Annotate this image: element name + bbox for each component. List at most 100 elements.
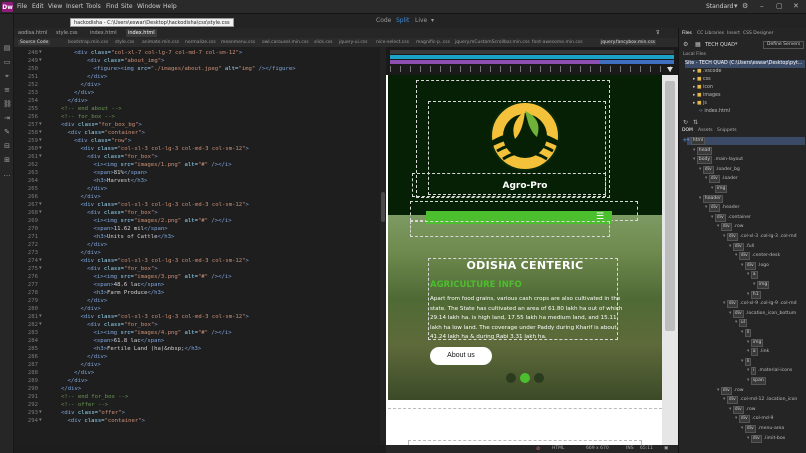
media-query-ruler[interactable] bbox=[386, 47, 678, 75]
more-icon[interactable]: … bbox=[3, 170, 11, 178]
file-index[interactable]: ‹› index.html bbox=[699, 108, 730, 116]
dom-node[interactable]: ▾ ul bbox=[735, 319, 749, 328]
related-file[interactable]: owl.carousel.min.css bbox=[262, 40, 309, 45]
related-file[interactable]: meanmenu.css bbox=[221, 40, 255, 45]
filter-icon[interactable]: ⊽ bbox=[654, 29, 662, 37]
dom-tree[interactable]: ▾ html ▾ head ▾ body .main-layout ▾ div .load… bbox=[679, 136, 806, 453]
workspace-switcher[interactable]: Standard bbox=[706, 3, 733, 10]
dom-node[interactable]: ▾ div .col-md-9 bbox=[735, 415, 773, 424]
fold-toggle-icon[interactable]: ▼ bbox=[39, 145, 42, 153]
fold-toggle-icon[interactable]: ▼ bbox=[39, 49, 42, 57]
menu-tools[interactable]: Tools bbox=[86, 3, 101, 10]
preview-icon[interactable]: ▣ bbox=[664, 446, 668, 451]
carousel-dot-active[interactable] bbox=[520, 373, 530, 383]
tab-files[interactable]: Files bbox=[682, 31, 692, 36]
media-bar-blue[interactable] bbox=[390, 55, 674, 59]
brush-icon[interactable]: ✎ bbox=[3, 128, 11, 136]
file-icon[interactable]: ▤ bbox=[3, 44, 11, 52]
format-icon[interactable]: ≡ bbox=[3, 86, 11, 94]
tab-insert[interactable]: Insert bbox=[727, 31, 740, 36]
related-file[interactable]: jquery.mCustomScrollbar.min.css bbox=[455, 40, 530, 45]
related-file[interactable]: jquery-ui.css bbox=[339, 40, 367, 45]
dom-node[interactable]: ▾ div .col-md-12 .location_icon bbox=[723, 396, 797, 405]
live-scrollbar-thumb[interactable] bbox=[665, 81, 675, 331]
folder-js[interactable]: ▸ ■ js bbox=[693, 100, 707, 108]
dom-node[interactable]: ▾ div .header bbox=[705, 204, 739, 213]
related-file[interactable]: slick.css bbox=[314, 40, 333, 45]
dom-node[interactable]: ▾ div .center-desk bbox=[735, 252, 780, 261]
tab-aodisa[interactable]: aodisa.html bbox=[16, 29, 49, 37]
dom-node[interactable]: ▾ header bbox=[699, 194, 725, 203]
live-scrollbar[interactable] bbox=[662, 75, 678, 445]
dom-node[interactable]: ▾ div .row bbox=[717, 223, 744, 232]
define-servers-button[interactable]: Define Servers bbox=[763, 41, 805, 49]
menu-insert[interactable]: Insert bbox=[66, 3, 83, 10]
dom-node[interactable]: ▾ div .col-xl-9 .col-lg-9 .col-md bbox=[723, 300, 797, 309]
code-editor[interactable]: 248 ▼ <div class="col-xl-7 col-lg-7 col-md… bbox=[14, 47, 380, 445]
dom-node[interactable]: ▾ div .location_icon_bottum bbox=[729, 309, 796, 318]
folder-icon-dir[interactable]: ▸ ■ icon bbox=[693, 84, 713, 92]
sync-icon[interactable]: ⇅ bbox=[693, 119, 698, 126]
menu-site[interactable]: Site bbox=[121, 3, 133, 10]
view-split-tab[interactable]: Split bbox=[396, 17, 409, 24]
carousel-dot[interactable] bbox=[506, 373, 516, 383]
code-collapse-icon[interactable]: ⊟ bbox=[3, 142, 11, 150]
close-icon[interactable]: ✕ bbox=[793, 2, 799, 10]
related-file[interactable]: normalize.css bbox=[185, 40, 216, 45]
fold-toggle-icon[interactable]: ▼ bbox=[39, 153, 42, 161]
dom-node[interactable]: ▾ div .menu-area bbox=[741, 425, 784, 433]
settings-gear-icon[interactable]: ⚙ bbox=[742, 2, 748, 10]
error-icon[interactable]: ⊘ bbox=[536, 446, 540, 452]
dom-node[interactable]: ▾ div .full bbox=[729, 242, 754, 251]
dom-node[interactable]: ▾ div .limit-box bbox=[747, 434, 785, 443]
fold-toggle-icon[interactable]: ▼ bbox=[39, 409, 42, 417]
dom-node[interactable]: ▾ img bbox=[747, 338, 765, 347]
ruler-handle-icon[interactable] bbox=[667, 67, 673, 72]
folder-images[interactable]: ▸ ■ images bbox=[693, 92, 720, 100]
maximize-icon[interactable]: ▢ bbox=[776, 2, 783, 10]
tab-index-2[interactable]: index.html bbox=[126, 29, 157, 37]
dom-node[interactable]: ▾ img bbox=[753, 281, 771, 289]
tab-style-css[interactable]: style.css bbox=[54, 29, 80, 37]
fold-toggle-icon[interactable]: ▼ bbox=[39, 129, 42, 137]
code-scrollbar-thumb[interactable] bbox=[381, 192, 385, 222]
related-file[interactable]: font-awesome.min.css bbox=[532, 40, 583, 45]
folder-vscode[interactable]: ▸ ■ .vscode bbox=[693, 68, 721, 76]
fold-toggle-icon[interactable]: ▼ bbox=[39, 121, 42, 129]
dom-node[interactable]: ▾ head bbox=[693, 146, 714, 155]
tab-index-1[interactable]: index.html bbox=[88, 29, 119, 37]
dom-node[interactable]: ▾ body .main-layout bbox=[693, 156, 743, 165]
fold-toggle-icon[interactable]: ▼ bbox=[39, 321, 42, 329]
workspace-chevron-icon[interactable]: ▾ bbox=[734, 2, 738, 10]
site-settings-icon[interactable]: ⚙ bbox=[683, 41, 688, 48]
dom-node[interactable]: ▾ a .link bbox=[747, 348, 769, 357]
tab-snippets[interactable]: Snippets bbox=[717, 128, 737, 133]
dom-node[interactable]: ▾ div .row bbox=[717, 386, 744, 395]
site-select[interactable]: TECH QUAD bbox=[705, 42, 735, 48]
menu-help[interactable]: Help bbox=[163, 3, 177, 10]
dom-node[interactable]: ▾ div .col-xl-3 .col-lg-3 .col-md bbox=[723, 233, 797, 241]
dom-node[interactable]: ▾ div .loader bbox=[705, 175, 738, 184]
live-dropdown-icon[interactable]: ▾ bbox=[431, 17, 434, 24]
menu-find[interactable]: Find bbox=[106, 3, 118, 10]
dom-node[interactable]: ▾ div .logo bbox=[741, 261, 769, 270]
related-file[interactable]: magnific-p..css bbox=[416, 40, 450, 45]
tab-assets[interactable]: Assets bbox=[698, 128, 713, 133]
tab-dom[interactable]: DOM bbox=[682, 128, 693, 133]
dom-node[interactable]: ▾ html bbox=[687, 137, 805, 145]
refresh-icon[interactable]: ↻ bbox=[683, 119, 688, 126]
status-size[interactable]: 669 x 670 bbox=[586, 446, 609, 451]
dom-node[interactable]: ▾ div .row bbox=[729, 405, 756, 414]
fold-toggle-icon[interactable]: ▼ bbox=[39, 57, 42, 65]
app-logo[interactable]: Dw bbox=[2, 2, 13, 12]
tab-cc-libraries[interactable]: CC Libraries bbox=[697, 31, 724, 36]
folder-css[interactable]: ▸ ■ css bbox=[693, 76, 711, 84]
tab-css-designer[interactable]: CSS Designer bbox=[743, 31, 773, 36]
fold-toggle-icon[interactable]: ▼ bbox=[39, 313, 42, 321]
about-us-button[interactable]: About us bbox=[430, 347, 492, 365]
open-icon[interactable]: ▭ bbox=[3, 58, 11, 66]
dom-node[interactable]: ▾ span bbox=[747, 377, 768, 385]
related-file[interactable]: animate.min.css bbox=[142, 40, 179, 45]
related-file[interactable]: style.css bbox=[115, 40, 134, 45]
dom-node[interactable]: ▾ div .loader_bg bbox=[699, 165, 740, 174]
